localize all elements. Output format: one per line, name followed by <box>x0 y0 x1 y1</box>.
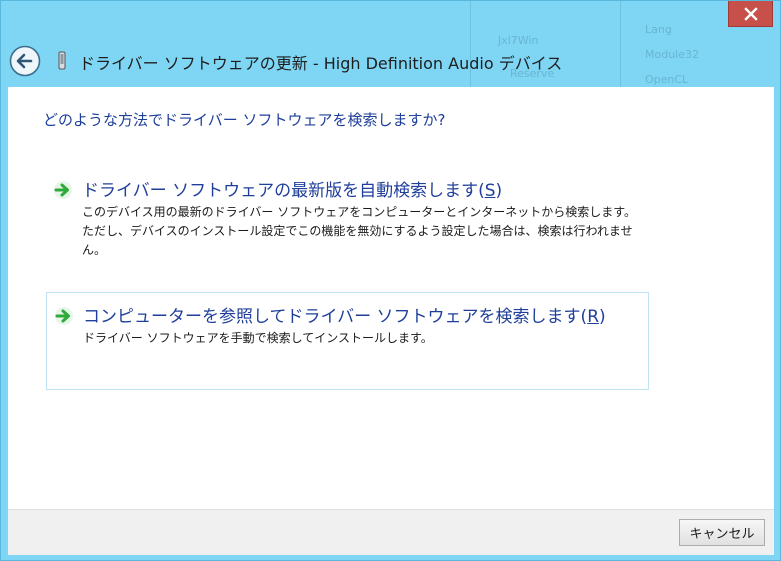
accesskey: R <box>587 307 599 327</box>
ghost-item: Lang <box>645 23 672 36</box>
back-button[interactable] <box>9 45 41 77</box>
green-arrow-icon <box>54 181 72 199</box>
device-icon <box>58 51 66 70</box>
auto-search-description: このデバイス用の最新のドライバー ソフトウェアをコンピューターとインターネットか… <box>82 205 637 257</box>
content-pane: どのような方法でドライバー ソフトウェアを検索しますか? ドライバー ソフトウェ… <box>8 87 774 509</box>
browse-computer-option[interactable]: コンピューターを参照してドライバー ソフトウェアを検索します(R) ドライバー … <box>46 292 649 390</box>
window-title: ドライバー ソフトウェアの更新 - High Definition Audio … <box>79 54 563 73</box>
dialog-window: Jxl7Win Lang Module32 Reserve OpenCL ドライ… <box>0 0 781 561</box>
background-window-ghost: Jxl7Win Lang Module32 Reserve OpenCL <box>440 1 700 87</box>
ghost-item: OpenCL <box>645 73 689 86</box>
auto-search-title: ドライバー ソフトウェアの最新版を自動検索します(S) <box>82 181 503 201</box>
page-question: どのような方法でドライバー ソフトウェアを検索しますか? <box>43 111 446 129</box>
browse-computer-title: コンピューターを参照してドライバー ソフトウェアを検索します(R) <box>83 307 606 327</box>
auto-search-option[interactable]: ドライバー ソフトウェアの最新版を自動検索します(S) このデバイス用の最新のド… <box>46 171 649 263</box>
dialog-footer: キャンセル <box>8 509 774 555</box>
ghost-item: Module32 <box>645 48 699 61</box>
close-icon <box>743 6 758 21</box>
cancel-button[interactable]: キャンセル <box>679 519 765 546</box>
ghost-item: Jxl7Win <box>498 34 539 47</box>
browse-computer-description: ドライバー ソフトウェアを手動で検索してインストールします。 <box>83 331 433 345</box>
back-arrow-icon <box>9 45 41 77</box>
close-button[interactable] <box>728 1 773 27</box>
green-arrow-icon <box>55 307 73 325</box>
accesskey: S <box>484 181 496 201</box>
